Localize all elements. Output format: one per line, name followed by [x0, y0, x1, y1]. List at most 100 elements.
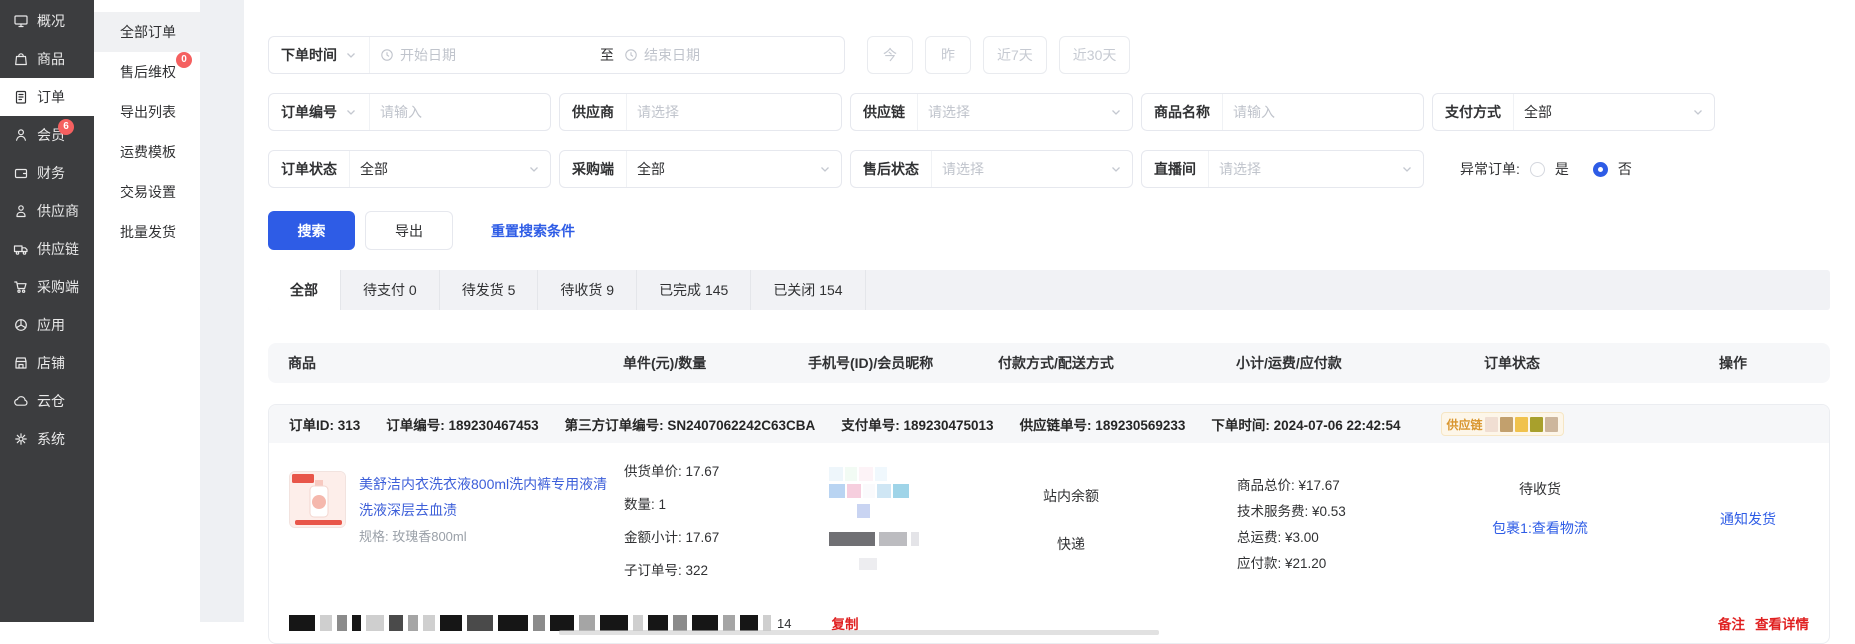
- filter-row-date: 下单时间 开始日期 至 结束日期: [268, 36, 1830, 74]
- order-time: 下单时间: 2024-07-06 22:42:54: [1211, 414, 1400, 434]
- orders-table-header: 商品 单件(元)/数量 手机号(ID)/会员昵称 付款方式/配送方式 小计/运费…: [268, 343, 1830, 383]
- masked-address-tail: 14: [777, 616, 791, 631]
- submenu-item-trade-settings[interactable]: 交易设置: [94, 172, 200, 212]
- order-status-select[interactable]: 全部: [349, 151, 550, 187]
- footer-right-links: 备注 查看详情: [1718, 613, 1809, 633]
- sidebar-item-label: 店铺: [37, 353, 65, 373]
- col-customer: 手机号(ID)/会员昵称: [808, 353, 998, 373]
- search-button[interactable]: 搜索: [268, 211, 355, 250]
- reset-filters-link[interactable]: 重置搜索条件: [491, 221, 575, 241]
- status-cell: 待收货 包裹1:查看物流: [1485, 479, 1720, 587]
- start-date-input[interactable]: 开始日期: [380, 45, 590, 65]
- chevron-down-icon: [1401, 163, 1413, 175]
- product-name-input[interactable]: 请输入: [1222, 94, 1423, 130]
- abnormal-yes-radio[interactable]: [1530, 162, 1545, 177]
- order-no-type-select[interactable]: 订单编号: [269, 94, 369, 130]
- sidebar-item-members[interactable]: 会员 6: [0, 116, 94, 154]
- quick-7days-button[interactable]: 近7天: [983, 36, 1047, 74]
- cloud-warehouse-icon: [13, 393, 29, 409]
- delivery-method: 快递: [1025, 533, 1117, 555]
- col-product: 商品: [288, 353, 623, 373]
- masked-id: [829, 504, 999, 518]
- sidebar-item-supplier[interactable]: 供应商: [0, 192, 94, 230]
- aftersale-status-select[interactable]: 请选择: [931, 151, 1132, 187]
- procurement-filter: 采购端 全部: [559, 150, 842, 188]
- live-room-select[interactable]: 请选择: [1208, 151, 1423, 187]
- logistics-link[interactable]: 包裹1:查看物流: [1485, 517, 1595, 539]
- abnormal-no-label[interactable]: 否: [1618, 159, 1632, 179]
- filter-actions: 搜索 导出 重置搜索条件: [268, 211, 1830, 250]
- export-button[interactable]: 导出: [365, 211, 453, 250]
- order-no-input[interactable]: 请输入: [369, 94, 550, 130]
- filter-row-3: 订单状态 全部 采购端 全部 售后状态 请选择: [268, 150, 1830, 188]
- sidebar-item-procurement[interactable]: 采购端: [0, 268, 94, 306]
- sidebar-item-orders[interactable]: 订单: [0, 78, 94, 116]
- goods-icon: [13, 51, 29, 67]
- product-title-link[interactable]: 美舒洁内衣洗衣液800ml洗内裤专用液清洗液深层去血渍: [359, 471, 611, 523]
- product-cell: 美舒洁内衣洗衣液800ml洗内裤专用液清洗液深层去血渍 规格: 玫瑰香800ml: [289, 471, 624, 587]
- abnormal-yes-label[interactable]: 是: [1555, 159, 1569, 179]
- submenu-item-aftersale[interactable]: 售后维权 0: [94, 52, 200, 92]
- date-range-input[interactable]: 开始日期 至 结束日期: [369, 37, 844, 73]
- col-subtotal: 小计/运费/应付款: [1236, 353, 1484, 373]
- submenu-item-batch-ship[interactable]: 批量发货: [94, 212, 200, 252]
- supply-chain-no: 供应链单号: 189230569233: [1020, 414, 1186, 434]
- sidebar-item-label: 云仓: [37, 391, 65, 411]
- masked-nickname: [829, 467, 999, 481]
- tab-pending-shipment[interactable]: 待发货 5: [440, 270, 539, 310]
- sidebar-item-system[interactable]: 系统: [0, 420, 94, 458]
- masked-address: [289, 615, 771, 631]
- supplier-select[interactable]: 请选择: [626, 94, 841, 130]
- payment-no: 支付单号: 189230475013: [841, 414, 993, 434]
- submenu-item-all-orders[interactable]: 全部订单: [94, 12, 200, 52]
- abnormal-no-radio[interactable]: [1593, 162, 1608, 177]
- notify-ship-link[interactable]: 通知发货: [1720, 511, 1776, 527]
- sidebar-item-shop[interactable]: 店铺: [0, 344, 94, 382]
- sidebar-item-finance[interactable]: 财务: [0, 154, 94, 192]
- product-spec: 规格: 玫瑰香800ml: [359, 526, 611, 545]
- product-image[interactable]: [289, 471, 346, 528]
- masked-block: [1530, 417, 1543, 432]
- sidebar-item-goods[interactable]: 商品: [0, 40, 94, 78]
- order-no: 订单编号: 189230467453: [386, 414, 538, 434]
- chevron-down-icon: [345, 49, 357, 61]
- supply-chain-select[interactable]: 请选择: [917, 94, 1132, 130]
- order-meta-bar: 订单ID: 313 订单编号: 189230467453 第三方订单编号: SN…: [269, 405, 1829, 443]
- date-type-select[interactable]: 下单时间: [269, 37, 369, 73]
- app-root: 概况 商品 订单 会员 6 财务 供应商 供应链 采购端: [0, 0, 1855, 622]
- submenu-item-export-list[interactable]: 导出列表: [94, 92, 200, 132]
- tab-pending-receipt[interactable]: 待收货 9: [538, 270, 637, 310]
- amount-payable: 应付款: ¥21.20: [1237, 551, 1485, 577]
- date-to-label: 至: [596, 45, 618, 65]
- live-room-filter: 直播间 请选择: [1141, 150, 1424, 188]
- tab-closed[interactable]: 已关闭 154: [751, 270, 865, 310]
- payment-method: 站内余额: [1025, 485, 1117, 507]
- view-detail-link[interactable]: 查看详情: [1755, 613, 1809, 633]
- tech-service-fee: 技术服务费: ¥0.53: [1237, 499, 1485, 525]
- tab-pending-payment[interactable]: 待支付 0: [341, 270, 440, 310]
- col-unit-qty: 单件(元)/数量: [623, 353, 808, 373]
- supply-chain-icon: [13, 241, 29, 257]
- chevron-down-icon: [345, 106, 357, 118]
- tab-all[interactable]: 全部: [268, 270, 341, 310]
- pay-method-select[interactable]: 全部: [1513, 94, 1714, 130]
- chevron-down-icon: [1692, 106, 1704, 118]
- quick-yesterday-button[interactable]: 昨: [925, 36, 971, 74]
- note-link[interactable]: 备注: [1718, 613, 1745, 633]
- amount-subtotal: 金额小计: 17.67: [624, 521, 809, 554]
- system-icon: [13, 431, 29, 447]
- masked-nickname: [829, 484, 999, 498]
- quick-today-button[interactable]: 今: [867, 36, 913, 74]
- submenu-item-freight-template[interactable]: 运费模板: [94, 132, 200, 172]
- col-actions: 操作: [1719, 353, 1810, 373]
- sidebar-item-cloud-warehouse[interactable]: 云仓: [0, 382, 94, 420]
- quick-30days-button[interactable]: 近30天: [1059, 36, 1131, 74]
- sidebar-item-overview[interactable]: 概况: [0, 2, 94, 40]
- sidebar-item-apps[interactable]: 应用: [0, 306, 94, 344]
- procurement-select[interactable]: 全部: [626, 151, 841, 187]
- status-tabs: 全部 待支付 0 待发货 5 待收货 9 已完成 145 已关闭 154: [268, 270, 1830, 310]
- sidebar-item-label: 商品: [37, 49, 65, 69]
- tab-completed[interactable]: 已完成 145: [637, 270, 751, 310]
- end-date-input[interactable]: 结束日期: [624, 45, 834, 65]
- sidebar-item-supply-chain[interactable]: 供应链: [0, 230, 94, 268]
